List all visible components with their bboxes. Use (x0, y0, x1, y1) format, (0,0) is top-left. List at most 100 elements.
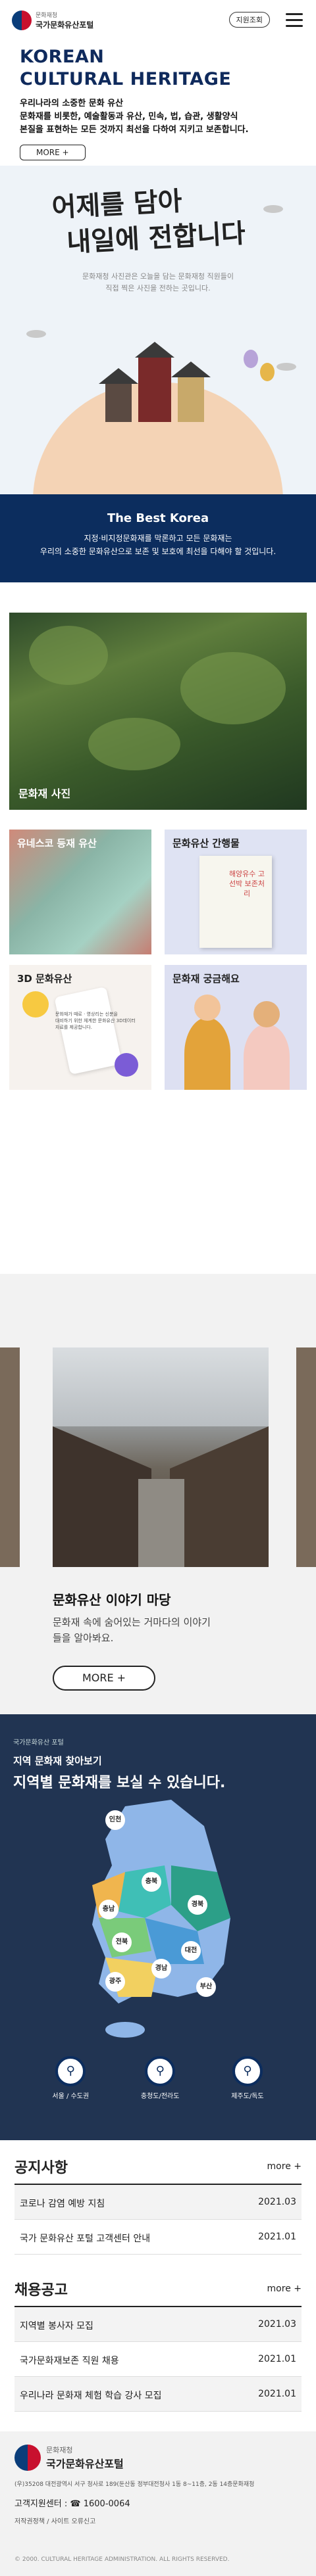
notice-section: 공지사항 more + 코로나 감염 예방 지침 2021.03 국가 문화유산… (0, 2140, 316, 2255)
footer-logo[interactable]: 문화재청 국가문화유산포털 (14, 2445, 302, 2471)
location-pin-icon (55, 2056, 86, 2086)
notice-item-date: 2021.03 (258, 2197, 296, 2207)
book-title: 해양유수 고선박 보존처리 (228, 870, 265, 898)
notice-header: 공지사항 more + (14, 2156, 302, 2185)
footer-phone-number[interactable]: ☎ 1600-0064 (70, 2499, 130, 2509)
faq-card-label: 문화재 궁금해요 (172, 973, 240, 985)
job-item-title: 지역별 봉사자 모집 (20, 2321, 93, 2331)
heritage-photo-card[interactable]: 문화재 사진 (9, 613, 307, 810)
crane-icon (276, 363, 296, 371)
region-label[interactable]: 부산 (196, 1977, 216, 1997)
job-item-date: 2021.01 (258, 2389, 296, 2399)
carousel-prev-image[interactable] (0, 1347, 20, 1567)
notice-more-link[interactable]: more + (267, 2161, 302, 2172)
hero-subtitle: 문화재청 사진관은 오늘을 담는 문화재청 직원들이 직접 찍은 사진을 전하는… (0, 271, 316, 294)
map-headline: 지역별 문화재를 보실 수 있습니다. (13, 1775, 226, 1791)
jobs-section: 채용공고 more + 지역별 봉사자 모집 2021.03 국가문화재보존 직… (0, 2255, 316, 2412)
hero-sub-line1: 문화재청 사진관은 오늘을 담는 문화재청 직원들이 (82, 272, 234, 281)
hamburger-menu-icon[interactable] (286, 13, 303, 28)
notice-item[interactable]: 코로나 감염 예방 지침 2021.03 (14, 2185, 302, 2220)
region-label[interactable]: 인천 (105, 1810, 125, 1830)
footer-links[interactable]: 저작권정책 / 사이트 오류신고 (14, 2516, 302, 2525)
region-label[interactable]: 대전 (181, 1941, 201, 1961)
publications-card[interactable]: 문화유산 간행물 해양유수 고선박 보존처리 (165, 830, 307, 954)
intro-title-line1: KOREAN (20, 47, 105, 67)
publications-card-label: 문화유산 간행물 (172, 837, 240, 849)
intro-desc-line1: 우리나라의 소중한 문화 유산 (20, 99, 124, 108)
best-korea-line2: 우리의 소중한 문화유산으로 보존 및 보호에 최선을 다해야 할 것입니다. (40, 547, 276, 556)
hanok-village-photo[interactable] (53, 1347, 269, 1567)
book-cover-image: 해양유수 고선박 보존처리 (199, 856, 272, 948)
logo-portal-name: 국가문화유산포털 (36, 20, 94, 30)
site-footer: 문화재청 국가문화유산포털 (우)35208 대전광역시 서구 청사로 189(… (0, 2431, 316, 2576)
region-shortcut-chungcheong[interactable]: 충청도/전라도 (141, 2056, 179, 2100)
taegeuk-logo-icon (12, 11, 32, 30)
region-shortcut-label: 제주도/독도 (231, 2093, 264, 2100)
map-subtitle: 지역 문화재 찾아보기 (13, 1755, 102, 1767)
carousel-next-image[interactable] (296, 1347, 316, 1567)
region-shortcut-jeju[interactable]: 제주도/독도 (231, 2056, 264, 2100)
map-region-jeju[interactable] (105, 2022, 145, 2038)
intro-section: KOREAN CULTURAL HERITAGE 우리나라의 소중한 문화 유산… (0, 41, 316, 166)
site-logo[interactable]: 문화재청 국가문화유산포털 (12, 11, 93, 30)
korea-map[interactable] (79, 1800, 244, 2043)
footer-phone-label: 고객지원센터 : (14, 2499, 68, 2509)
hero-sub-line2: 직접 찍은 사진을 전하는 곳입니다. (105, 284, 211, 293)
notice-item-date: 2021.01 (258, 2232, 296, 2242)
notice-list: 코로나 감염 예방 지침 2021.03 국가 문화유산 포털 고객센터 안내 … (14, 2185, 302, 2255)
footer-address: (우)35208 대전광역시 서구 청사로 189(둔산동 정부대전청사 1동 … (14, 2481, 255, 2488)
intro-description: 우리나라의 소중한 문화 유산 문화재를 비롯한, 예술활동과 유산, 민속, … (20, 97, 296, 137)
region-label[interactable]: 충북 (142, 1872, 161, 1892)
3d-card-label: 3D 문화유산 (17, 973, 72, 985)
faq-card[interactable]: 문화재 궁금해요 (165, 965, 307, 1090)
footer-phone: 고객지원센터 : ☎ 1600-0064 (14, 2496, 302, 2509)
logo-agency: 문화재청 (36, 12, 58, 19)
best-korea-title: The Best Korea (107, 511, 209, 525)
3d-desc-line3: 자료를 제공합니다. (55, 1025, 92, 1030)
story-more-button[interactable]: MORE + (53, 1666, 155, 1691)
best-korea-desc: 지정·비지정문화재를 막론하고 모든 문화재는 우리의 소중한 문화유산으로 보… (0, 532, 316, 558)
map-tag: 국가문화유산 포털 (13, 1739, 64, 1746)
jobs-header: 채용공고 more + (14, 2278, 302, 2307)
job-item[interactable]: 우리나라 문화재 체험 학습 강사 모집 2021.01 (14, 2377, 302, 2412)
best-korea-line1: 지정·비지정문화재를 막론하고 모든 문화재는 (84, 534, 232, 543)
3d-card-desc: 문화재가 때로 · 영상리는 신분을 대비하기 위한 체계한 문화유산 3D데이… (55, 1011, 147, 1031)
3d-desc-line2: 대비하기 위한 체계한 문화유산 3D데이터 (55, 1018, 136, 1023)
job-item[interactable]: 지역별 봉사자 모집 2021.03 (14, 2307, 302, 2342)
village-illustration (92, 310, 217, 422)
region-label[interactable]: 광주 (105, 1972, 125, 1992)
story-title: 문화유산 이야기 마당 (53, 1592, 171, 1608)
region-label[interactable]: 경남 (151, 1959, 171, 1979)
intro-desc-line3: 본질을 표현하는 모든 것까지 최선을 다하여 지키고 보존합니다. (20, 125, 249, 135)
hero-calligraphy: 어제를 담아 내일에 전합니다 (51, 180, 246, 261)
region-shortcut-label: 서울 / 수도권 (52, 2093, 90, 2100)
footer-logo-agency: 문화재청 (46, 2446, 73, 2454)
region-shortcut-seoul[interactable]: 서울 / 수도권 (52, 2056, 89, 2100)
intro-more-button[interactable]: MORE + (20, 145, 86, 160)
notice-title: 공지사항 (14, 2160, 68, 2176)
phone-illustration (54, 986, 122, 1075)
region-label[interactable]: 충남 (99, 1900, 118, 1919)
decor-shape (22, 991, 49, 1018)
site-header: 문화재청 국가문화유산포털 지원조회 (0, 0, 316, 41)
intro-title-line2: CULTURAL HERITAGE (20, 69, 232, 89)
header-search-button[interactable]: 지원조회 (228, 12, 270, 28)
gallery-section: 문화재 사진 유네스코 등재 유산 문화유산 간행물 해양유수 고선박 보존처리… (0, 582, 316, 1274)
notice-item[interactable]: 국가 문화유산 포털 고객센터 안내 2021.01 (14, 2220, 302, 2255)
region-label[interactable]: 경북 (188, 1895, 207, 1915)
story-desc-line2: 들을 알아봐요. (53, 1632, 114, 1644)
region-label[interactable]: 전북 (112, 1932, 132, 1952)
crane-icon (263, 205, 283, 213)
3d-heritage-card[interactable]: 3D 문화유산 문화재가 때로 · 영상리는 신분을 대비하기 위한 체계한 문… (9, 965, 151, 1090)
unesco-card-label: 유네스코 등재 유산 (17, 837, 97, 849)
3d-desc-line1: 문화재가 때로 · 영상리는 신분을 (55, 1012, 118, 1017)
lantern-icon (244, 350, 258, 368)
jobs-more-link[interactable]: more + (267, 2283, 302, 2294)
calligraphy-line2: 내일에 전합니다 (66, 218, 246, 258)
calligraphy-line1: 어제를 담아 (51, 185, 183, 223)
decor-shape (115, 1053, 138, 1077)
location-pin-icon (232, 2056, 263, 2086)
intro-title: KOREAN CULTURAL HERITAGE (20, 46, 296, 91)
job-item[interactable]: 국가문화재보존 직원 채용 2021.01 (14, 2342, 302, 2377)
unesco-heritage-card[interactable]: 유네스코 등재 유산 (9, 830, 151, 954)
